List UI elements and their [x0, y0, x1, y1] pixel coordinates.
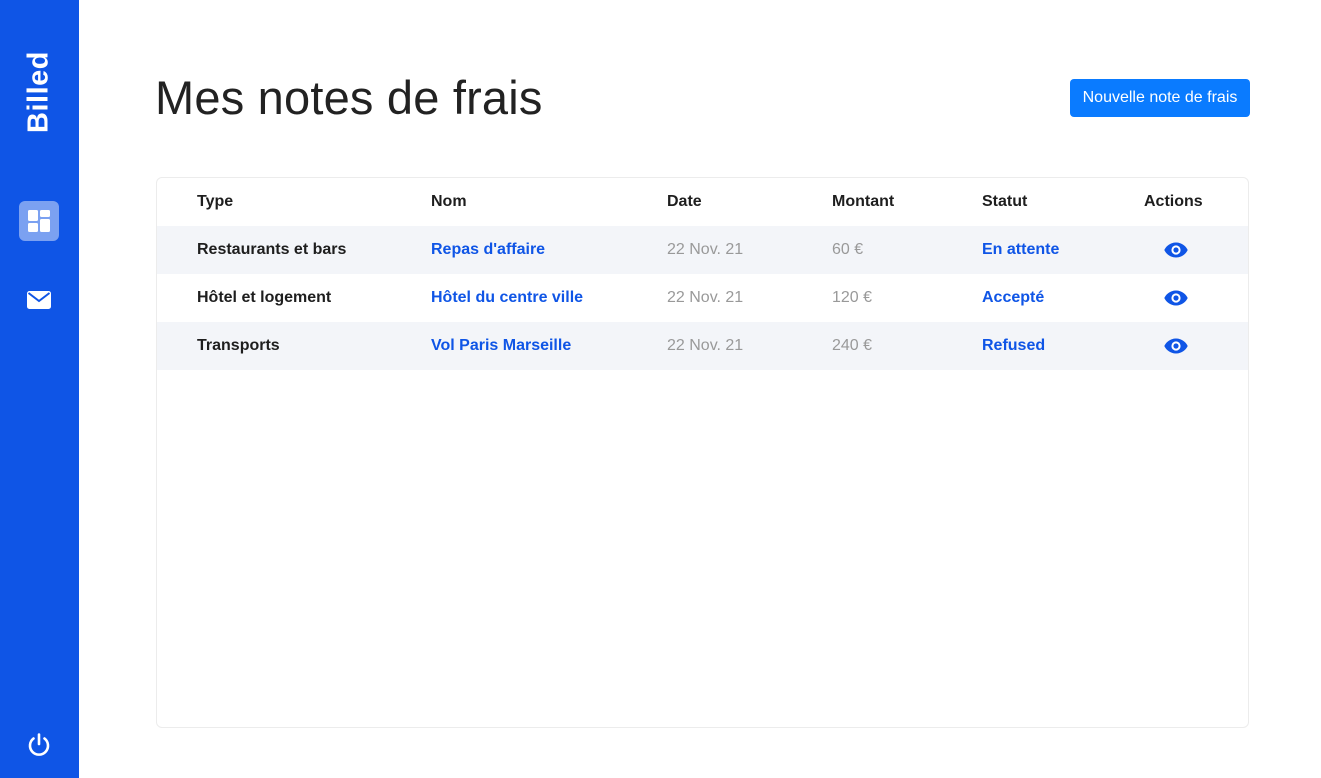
column-header-date: Date: [667, 193, 702, 210]
eye-icon: [1164, 290, 1188, 306]
nav-dashboard-button[interactable]: [19, 201, 59, 241]
mail-icon: [27, 291, 51, 309]
eye-icon: [1164, 338, 1188, 354]
bill-name: Vol Paris Marseille: [431, 337, 572, 354]
view-bill-button[interactable]: [1164, 290, 1188, 306]
bill-date: 22 Nov. 21: [667, 337, 744, 354]
bill-status: En attente: [982, 241, 1060, 258]
nav-mail-button[interactable]: [19, 280, 59, 320]
table-row: Restaurants et bars Repas d'affaire 22 N…: [157, 226, 1248, 274]
column-header-nom: Nom: [431, 193, 467, 210]
column-header-actions: Actions: [1144, 193, 1203, 210]
bill-amount: 240 €: [832, 337, 873, 354]
bill-date: 22 Nov. 21: [667, 241, 744, 258]
bill-type: Restaurants et bars: [197, 241, 347, 258]
main-content: Mes notes de frais Nouvelle note de frai…: [79, 0, 1321, 778]
bill-amount: 120 €: [832, 289, 873, 306]
brand-logo: Billed: [22, 51, 55, 133]
table-header-row: Type Nom Date Montant Statut Actions: [157, 178, 1248, 226]
bill-amount: 60 €: [832, 241, 864, 258]
column-header-montant: Montant: [832, 193, 895, 210]
bill-type: Hôtel et logement: [197, 289, 332, 306]
column-header-statut: Statut: [982, 193, 1028, 210]
column-header-type: Type: [197, 193, 234, 210]
page-title: Mes notes de frais: [155, 71, 543, 124]
bill-type: Transports: [197, 337, 280, 354]
view-bill-button[interactable]: [1164, 242, 1188, 258]
bill-status: Refused: [982, 337, 1046, 354]
eye-icon: [1164, 242, 1188, 258]
new-bill-button[interactable]: Nouvelle note de frais: [1070, 79, 1250, 117]
logout-button[interactable]: [19, 725, 59, 765]
bill-status: Accepté: [982, 289, 1045, 306]
bill-name: Repas d'affaire: [431, 241, 546, 258]
bills-table: Type Nom Date Montant Statut Actions Res…: [156, 177, 1249, 728]
bill-date: 22 Nov. 21: [667, 289, 744, 306]
view-bill-button[interactable]: [1164, 338, 1188, 354]
bill-name: Hôtel du centre ville: [431, 289, 584, 306]
sidebar: Billed: [0, 0, 79, 778]
dashboard-icon: [28, 210, 50, 232]
table-row: Hôtel et logement Hôtel du centre ville …: [157, 274, 1248, 322]
table-row: Transports Vol Paris Marseille 22 Nov. 2…: [157, 322, 1248, 370]
power-icon: [28, 733, 50, 756]
